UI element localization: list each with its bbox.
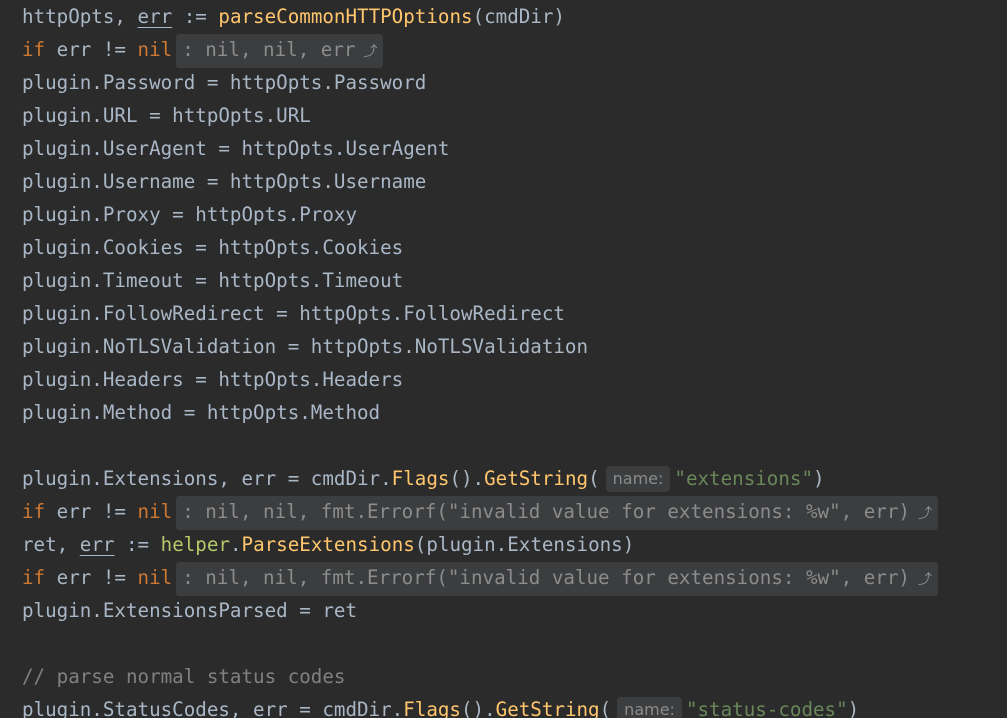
code-token: // parse normal status codes: [22, 665, 346, 688]
code-line[interactable]: plugin.StatusCodes, err = cmdDir.Flags()…: [22, 693, 859, 718]
code-token: plugin.NoTLSValidation = httpOpts.NoTLSV…: [22, 335, 589, 358]
folded-region[interactable]: : nil, nil, err ⤴: [176, 34, 384, 68]
code-token: Flags: [403, 698, 461, 718]
code-token: "status-codes": [685, 698, 848, 718]
code-line[interactable]: plugin.Cookies = httpOpts.Cookies: [22, 231, 403, 264]
code-token: ,: [114, 5, 138, 28]
code-token: plugin.Headers = httpOpts.Headers: [22, 368, 404, 391]
folded-region-text: : nil, nil, fmt.Errorf("invalid value fo…: [182, 500, 910, 523]
code-token: ,: [56, 533, 80, 556]
folded-region-text: : nil, nil, err: [182, 38, 356, 61]
code-token: "extensions": [674, 467, 814, 490]
code-line[interactable]: plugin.Username = httpOpts.Username: [22, 165, 426, 198]
code-line[interactable]: plugin.URL = httpOpts.URL: [22, 99, 311, 132]
code-token: plugin.Password = httpOpts.Password: [22, 71, 427, 94]
code-token: plugin.Cookies = httpOpts.Cookies: [22, 236, 404, 259]
code-token: :=: [172, 5, 219, 28]
code-token: nil: [137, 500, 173, 523]
code-line[interactable]: plugin.Headers = httpOpts.Headers: [22, 363, 403, 396]
code-token: nil: [137, 566, 173, 589]
folded-region-text: : nil, nil, fmt.Errorf("invalid value fo…: [182, 566, 910, 589]
code-line[interactable]: plugin.UserAgent = httpOpts.UserAgent: [22, 132, 449, 165]
code-token: plugin.ExtensionsParsed = ret: [22, 599, 358, 622]
code-token: helper: [160, 533, 230, 556]
folded-region[interactable]: : nil, nil, fmt.Errorf("invalid value fo…: [176, 496, 938, 530]
code-line[interactable]: plugin.Proxy = httpOpts.Proxy: [22, 198, 357, 231]
fold-expand-icon[interactable]: ⤴: [918, 506, 932, 522]
code-token: (: [599, 698, 612, 718]
code-token: :=: [114, 533, 161, 556]
code-line[interactable]: plugin.Method = httpOpts.Method: [22, 396, 380, 429]
folded-region[interactable]: : nil, nil, fmt.Errorf("invalid value fo…: [176, 562, 938, 596]
code-editor[interactable]: httpOpts, err := parseCommonHTTPOptions(…: [0, 0, 1007, 718]
code-token: (plugin.Extensions): [414, 533, 635, 556]
code-token: err: [137, 5, 173, 28]
fold-expand-icon[interactable]: ⤴: [363, 44, 377, 60]
code-line[interactable]: plugin.Timeout = httpOpts.Timeout: [22, 264, 403, 297]
code-token: if: [22, 566, 46, 589]
code-line[interactable]: if err != nil : nil, nil, fmt.Errorf("inv…: [22, 561, 938, 596]
code-line[interactable]: plugin.ExtensionsParsed = ret: [22, 594, 357, 627]
code-token: ): [813, 467, 825, 490]
code-token: plugin.Username = httpOpts.Username: [22, 170, 427, 193]
code-token: err !=: [45, 500, 138, 523]
code-token: (cmdDir): [472, 5, 565, 28]
code-line[interactable]: plugin.Extensions, err = cmdDir.Flags().…: [22, 462, 825, 495]
fold-expand-icon[interactable]: ⤴: [918, 572, 932, 588]
parameter-name-hint: name:: [605, 466, 671, 492]
code-token: (: [588, 467, 600, 490]
code-token: ret: [22, 533, 57, 556]
code-token: err !=: [45, 566, 138, 589]
code-token: plugin.Proxy = httpOpts.Proxy: [22, 203, 358, 226]
code-token: Flags: [391, 467, 450, 490]
code-token: .: [229, 533, 242, 556]
code-line[interactable]: plugin.NoTLSValidation = httpOpts.NoTLSV…: [22, 330, 588, 363]
code-token: if: [22, 38, 46, 61]
code-token: if: [22, 500, 46, 523]
code-token: ().: [460, 698, 496, 718]
code-line[interactable]: if err != nil : nil, nil, fmt.Errorf("inv…: [22, 495, 938, 530]
code-token: err !=: [45, 38, 138, 61]
code-token: nil: [137, 38, 173, 61]
code-token: plugin.Timeout = httpOpts.Timeout: [22, 269, 404, 292]
code-token: plugin.StatusCodes, err = cmdDir.: [22, 698, 404, 718]
code-line[interactable]: httpOpts, err := parseCommonHTTPOptions(…: [22, 0, 565, 33]
code-line[interactable]: plugin.FollowRedirect = httpOpts.FollowR…: [22, 297, 565, 330]
code-token: GetString: [495, 698, 600, 718]
code-token: parseCommonHTTPOptions: [218, 5, 473, 28]
code-token: httpOpts: [22, 5, 115, 28]
code-line[interactable]: plugin.Password = httpOpts.Password: [22, 66, 426, 99]
code-line[interactable]: ret, err := helper.ParseExtensions(plugi…: [22, 528, 634, 561]
parameter-name-hint: name:: [617, 697, 682, 718]
code-line[interactable]: // parse normal status codes: [22, 660, 345, 693]
code-token: ().: [449, 467, 485, 490]
code-token: plugin.UserAgent = httpOpts.UserAgent: [22, 137, 450, 160]
code-token: plugin.URL = httpOpts.URL: [22, 104, 311, 127]
code-token: ParseExtensions: [241, 533, 415, 556]
code-token: err: [79, 533, 115, 556]
code-token: GetString: [484, 467, 589, 490]
code-token: plugin.Extensions, err = cmdDir.: [22, 467, 392, 490]
code-token: plugin.FollowRedirect = httpOpts.FollowR…: [22, 302, 565, 325]
code-line[interactable]: if err != nil : nil, nil, err ⤴: [22, 33, 384, 68]
code-token: plugin.Method = httpOpts.Method: [22, 401, 381, 424]
code-token: ): [847, 698, 860, 718]
